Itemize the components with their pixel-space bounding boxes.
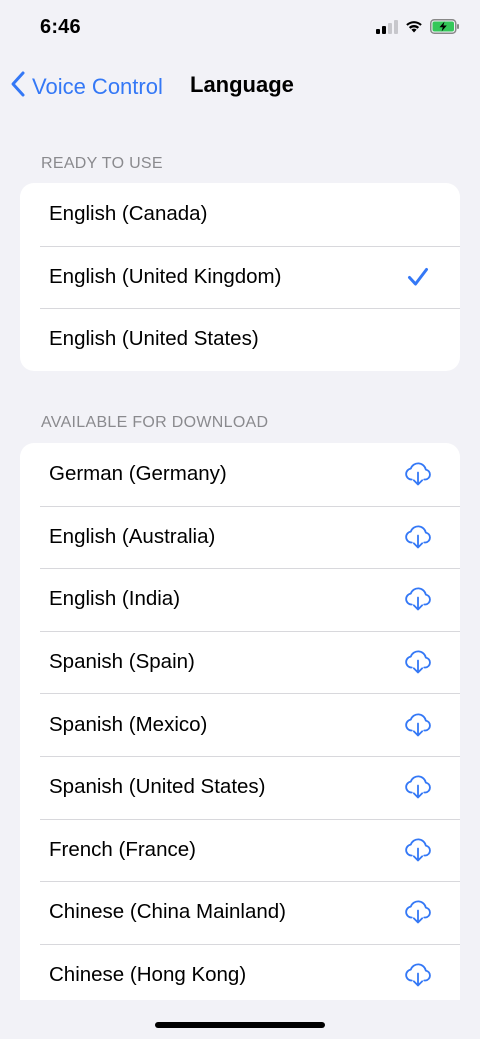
cloud-download-icon[interactable] <box>402 896 434 928</box>
language-row-spanish-spain[interactable]: Spanish (Spain) <box>20 630 460 694</box>
language-row-chinese-hong-kong[interactable]: Chinese (Hong Kong) <box>20 943 460 1000</box>
status-bar: 6:46 <box>0 0 480 60</box>
language-label: French (France) <box>49 837 196 861</box>
cloud-download-icon[interactable] <box>402 771 434 803</box>
language-label: Chinese (Hong Kong) <box>49 963 247 987</box>
status-time: 6:46 <box>40 16 81 38</box>
cloud-download-icon[interactable] <box>402 583 434 615</box>
language-row-english-united-kingdom[interactable]: English (United Kingdom) <box>20 245 460 309</box>
page-title: Language <box>190 72 294 97</box>
cloud-download-icon[interactable] <box>402 521 434 553</box>
language-row-english-india[interactable]: English (India) <box>20 568 460 631</box>
language-label: English (India) <box>49 587 181 611</box>
language-label: English (Canada) <box>49 202 208 226</box>
back-button[interactable]: Voice Control <box>10 70 163 104</box>
cloud-download-icon[interactable] <box>402 834 434 866</box>
status-icons <box>376 19 460 39</box>
language-row-german-germany[interactable]: German (Germany) <box>20 443 460 506</box>
chevron-left-icon <box>10 70 26 104</box>
checkmark-icon <box>402 261 434 293</box>
language-label: English (Australia) <box>49 524 216 548</box>
cloud-download-icon[interactable] <box>402 709 434 741</box>
navigation-bar: Voice Control Language <box>0 60 480 110</box>
battery-charging-icon <box>430 19 460 39</box>
language-label: English (United Kingdom) <box>49 264 282 288</box>
language-label: Spanish (Mexico) <box>49 712 208 736</box>
language-label: Spanish (United States) <box>49 775 266 799</box>
language-label: German (Germany) <box>49 462 227 486</box>
download-language-list: German (Germany) English (Australia) Eng… <box>20 443 460 1000</box>
language-row-french-france[interactable]: French (France) <box>20 818 460 882</box>
cellular-signal-icon <box>376 19 398 39</box>
language-row-english-canada[interactable]: English (Canada) <box>20 183 460 246</box>
cloud-download-icon[interactable] <box>402 646 434 678</box>
section-header-download: AVAILABLE FOR DOWNLOAD <box>41 414 269 431</box>
language-label: Chinese (China Mainland) <box>49 900 287 924</box>
cloud-download-icon[interactable] <box>402 458 434 490</box>
section-header-ready: READY TO USE <box>41 155 163 172</box>
language-label: Spanish (Spain) <box>49 650 195 674</box>
language-row-spanish-mexico[interactable]: Spanish (Mexico) <box>20 693 460 756</box>
language-row-chinese-china-mainland[interactable]: Chinese (China Mainland) <box>20 881 460 944</box>
back-button-label: Voice Control <box>32 74 163 99</box>
language-row-english-australia[interactable]: English (Australia) <box>20 505 460 569</box>
language-row-english-united-states[interactable]: English (United States) <box>20 308 460 371</box>
cloud-download-icon[interactable] <box>402 959 434 991</box>
home-indicator[interactable] <box>155 1022 325 1028</box>
ready-language-list: English (Canada) English (United Kingdom… <box>20 183 460 371</box>
language-label: English (United States) <box>49 327 259 351</box>
wifi-icon <box>404 19 424 39</box>
language-row-spanish-united-states[interactable]: Spanish (United States) <box>20 755 460 819</box>
